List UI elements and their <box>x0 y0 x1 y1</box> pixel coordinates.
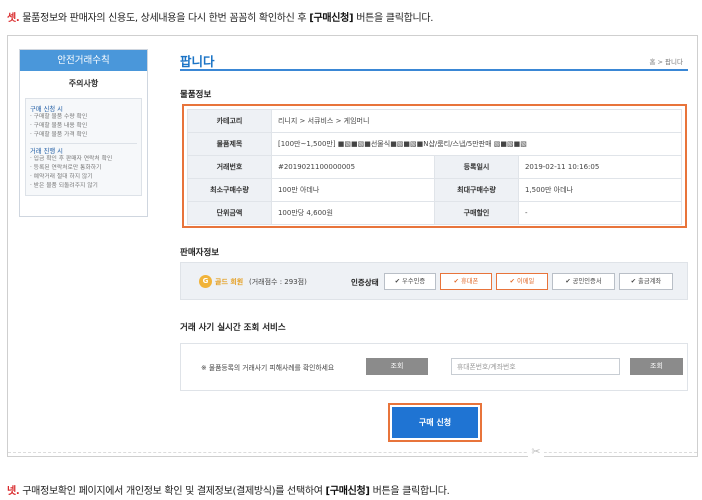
purchase-highlight: 구매 신청 <box>388 403 482 442</box>
auth-badge-label: 출금계좌 <box>638 278 662 285</box>
product-section-title: 물품정보 <box>180 90 212 100</box>
auth-badge-label: 우수인증 <box>402 278 426 285</box>
seller-grade: 골드 회원 <box>215 278 244 286</box>
sidebar-rule: · 구매할 물품 가격 확인 <box>30 132 88 138</box>
auth-badge-label: 공인인증서 <box>572 278 602 285</box>
step-text-pre: 구매정보확인 페이지에서 개인정보 확인 및 결제정보(결제방식)를 선택하여 <box>19 486 326 497</box>
sidebar-rule: · 예약거래 절대 하지 않기 <box>30 174 93 180</box>
sidebar-section-title: 거래 진행 시 <box>30 143 137 155</box>
auth-badge-label: 이메일 <box>516 278 535 285</box>
sidebar-rule: · 등록된 연락처로만 통화하기 <box>30 165 102 171</box>
table-row: 단위금액 100만당 4,600원 구매할인 - <box>187 201 683 225</box>
fraud-notice: ※ 물품등록의 거래사기 피해사례를 확인하세요 <box>201 364 335 372</box>
step-three-instruction: 셋. 물품정보와 판매자의 신용도, 상세내용을 다시 한번 꼼꼼히 확인하신 … <box>7 9 433 24</box>
screenshot-frame: 안전거래수칙 주의사항 구매 신청 시 · 구매할 물품 수량 확인 · 구매할… <box>7 35 698 458</box>
check-icon: ✔ <box>509 278 515 285</box>
auth-account-badge[interactable]: ✔ 출금계좌 <box>619 273 673 290</box>
title-label: 물품제목 <box>187 132 272 156</box>
step-text-post: 버튼을 클릭합니다. <box>353 13 434 24</box>
scissors-icon: ✂ <box>528 446 544 458</box>
auth-certificate-badge[interactable]: ✔ 공인인증서 <box>552 273 615 290</box>
sidebar-header: 안전거래수칙 <box>20 50 147 71</box>
check-icon: ✔ <box>394 278 401 285</box>
sidebar-section-title: 구매 신청 시 <box>30 106 63 113</box>
safe-trade-sidebar: 안전거래수칙 주의사항 구매 신청 시 · 구매할 물품 수량 확인 · 구매할… <box>19 49 148 217</box>
step-text-pre: 물품정보와 판매자의 신용도, 상세내용을 다시 한번 꼼꼼히 확인하신 후 <box>19 13 310 24</box>
check-icon: ✔ <box>565 278 571 285</box>
purchase-request-button[interactable]: 구매 신청 <box>392 407 478 438</box>
auth-badge-label: 휴대폰 <box>460 278 479 285</box>
title-value: [100만~1,500만] ■▧■▧■선물식■▧■▧■N샵/룸티/스냅/5만판매… <box>270 132 683 156</box>
fraud-section-title: 거래 사기 실시간 조회 서비스 <box>180 323 286 333</box>
category-value: 리니지 > 서큐비스 > 게임머니 <box>270 109 683 133</box>
min-qty-label: 최소구매수량 <box>187 178 272 202</box>
seller-score: (거래점수 : 293점) <box>249 278 307 286</box>
check-icon: ✔ <box>453 278 459 285</box>
discount-label: 구매할인 <box>433 201 519 225</box>
sidebar-rule: · 받은 물품 되돌려주지 않기 <box>30 183 98 189</box>
max-qty-value: 1,500만 아데나 <box>517 178 683 202</box>
table-row: 카테고리 리니지 > 서큐비스 > 게임머니 <box>187 109 683 133</box>
step-number: 셋. <box>7 13 20 24</box>
sidebar-subtitle: 주의사항 <box>68 79 99 88</box>
step-text-bold: [구매신청] <box>325 486 370 497</box>
breadcrumb[interactable]: 홈 > 팝니다 <box>650 56 684 66</box>
table-row: 물품제목 [100만~1,500만] ■▧■▧■선물식■▧■▧■N샵/룸티/스냅… <box>187 132 683 156</box>
unit-price-value: 100만당 4,600원 <box>270 201 435 225</box>
discount-value: - <box>517 201 683 225</box>
step-text-bold: [구매신청] <box>309 13 354 24</box>
product-info-table: 카테고리 리니지 > 서큐비스 > 게임머니 물품제목 [100만~1,500만… <box>182 104 687 228</box>
auth-email-badge[interactable]: ✔ 이메일 <box>496 273 548 290</box>
trade-number-label: 거래번호 <box>187 155 272 179</box>
sidebar-rules-box: 구매 신청 시 · 구매할 물품 수량 확인 · 구매할 물품 내용 확인 · … <box>25 98 142 196</box>
step-text-post: 버튼을 클릭합니다. <box>369 486 450 497</box>
trade-number-value: #2019021100000005 <box>270 155 435 179</box>
sidebar-rule: · 구매할 물품 수량 확인 <box>30 114 88 120</box>
fraud-search-input[interactable] <box>451 358 620 375</box>
title-divider <box>180 69 688 71</box>
auth-phone-badge[interactable]: ✔ 휴대폰 <box>440 273 492 290</box>
table-row: 최소구매수량 100만 아데나 최대구매수량 1,500만 아데나 <box>187 178 683 202</box>
step-four-instruction: 넷. 구매정보확인 페이지에서 개인정보 확인 및 결제정보(결제방식)를 선택… <box>7 482 450 497</box>
date-label: 등록일시 <box>433 155 519 179</box>
check-icon: ✔ <box>630 278 637 285</box>
cut-line <box>8 452 697 453</box>
fraud-lookup-button[interactable]: 조회 <box>366 358 428 375</box>
sidebar-rule: · 입금 확인 후 판매자 연락처 확인 <box>30 156 113 162</box>
max-qty-label: 최대구매수량 <box>433 178 519 202</box>
seller-section-title: 판매자정보 <box>180 248 220 258</box>
auth-excellent-badge[interactable]: ✔ 우수인증 <box>384 273 436 290</box>
table-row: 거래번호 #2019021100000005 등록일시 2019-02-11 1… <box>187 155 683 179</box>
category-label: 카테고리 <box>187 109 272 133</box>
step-number: 넷. <box>7 486 20 497</box>
sidebar-rule: · 구매할 물품 내용 확인 <box>30 123 88 129</box>
auth-status-label: 인증상태 <box>351 278 379 287</box>
gold-grade-icon: G <box>199 275 212 288</box>
page-title: 팝니다 <box>180 54 215 69</box>
date-value: 2019-02-11 10:16:05 <box>517 155 683 179</box>
min-qty-value: 100만 아데나 <box>270 178 435 202</box>
unit-price-label: 단위금액 <box>187 201 272 225</box>
seller-info-box: G 골드 회원 (거래점수 : 293점) 인증상태 ✔ 우수인증 ✔ 휴대폰 ✔ 이… <box>180 262 688 300</box>
fraud-search-button[interactable]: 조회 <box>630 358 683 375</box>
fraud-check-box: ※ 물품등록의 거래사기 피해사례를 확인하세요 조회 조회 <box>180 343 688 391</box>
